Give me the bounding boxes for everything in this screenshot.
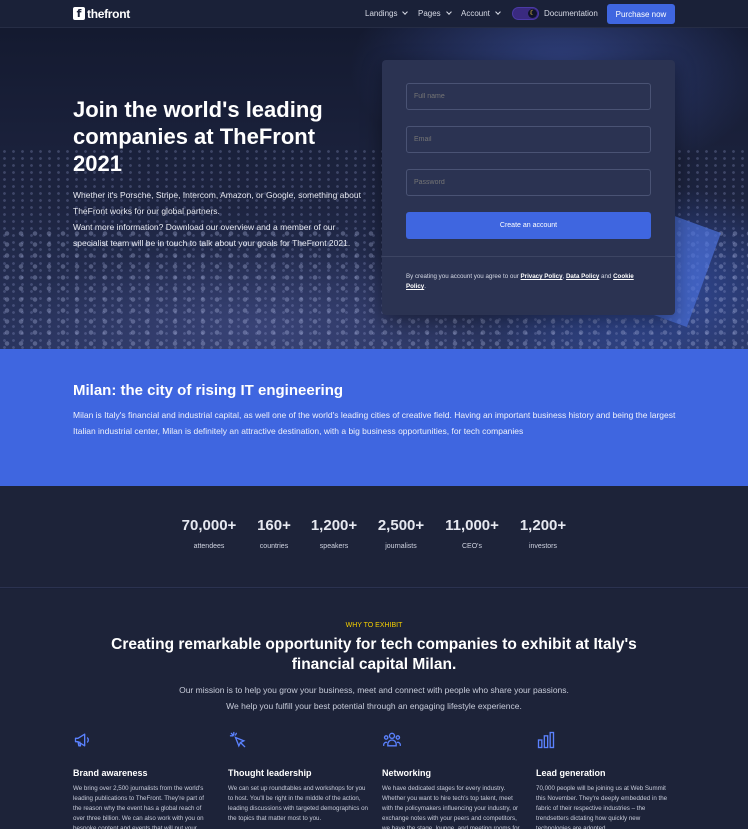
stat-item: 11,000+ CEO's	[437, 517, 507, 550]
cursor-click-icon	[229, 731, 246, 748]
top-navbar: f thefront Landings Pages Account ☾ Docu…	[0, 0, 748, 28]
milan-description: Milan is Italy's financial and industria…	[73, 410, 676, 436]
megaphone-icon	[74, 733, 89, 747]
brand-name: thefront	[87, 6, 130, 21]
stat-label: attendees	[193, 543, 225, 550]
stat-label: speakers	[319, 543, 349, 550]
feature-title: Thought leadership	[228, 768, 312, 778]
stat-value: 11,000+	[445, 517, 499, 534]
feature-networking: Networking We have dedicated stages for …	[382, 730, 522, 829]
stats-section: 70,000+ attendees 160+ countries 1,200+ …	[0, 486, 748, 588]
milan-title: Milan: the city of rising IT engineering	[73, 382, 344, 399]
feature-lead-generation: Lead generation 70,000 people will be jo…	[536, 730, 676, 829]
nav-landings-label: Landings	[365, 9, 398, 18]
feature-brand-awareness: Brand awareness We bring over 2,500 jour…	[73, 730, 213, 829]
hero-title: Join the world's leading companies at Th…	[73, 97, 323, 176]
signup-form-card: Create an account By creating you accoun…	[382, 60, 675, 315]
stat-label: CEO's	[461, 543, 482, 550]
feature-title: Lead generation	[536, 768, 606, 778]
terms-text: By creating you account you agree to our…	[406, 272, 654, 292]
stat-label: journalists	[385, 543, 417, 550]
exhibit-description-line-2: We help you fulfill your best potential …	[226, 701, 522, 711]
nav-pages-label: Pages	[418, 9, 441, 18]
exhibit-title: Creating remarkable opportunity for tech…	[111, 636, 637, 673]
exhibit-description-line-1: Our mission is to help you grow your bus…	[179, 685, 569, 695]
terms-and: and	[599, 273, 614, 280]
feature-text: We can set up roundtables and workshops …	[228, 785, 368, 822]
section-kicker: WHY TO EXHIBIT	[345, 622, 403, 629]
stat-item: 160+ countries	[249, 517, 299, 550]
feature-title: Networking	[382, 768, 432, 778]
theme-toggle[interactable]: ☾	[512, 7, 539, 20]
feature-text: 70,000 people will be joining us at Web …	[536, 785, 668, 829]
feature-thought-leadership: Thought leadership We can set up roundta…	[228, 730, 368, 829]
stat-value: 1,200+	[310, 517, 358, 534]
chevron-down-icon	[402, 9, 409, 15]
terms-period: .	[424, 283, 426, 290]
stat-item: 2,500+ journalists	[369, 517, 433, 550]
nav-documentation[interactable]: Documentation	[544, 9, 598, 18]
nav-account[interactable]: Account	[461, 9, 501, 18]
moon-icon: ☾	[528, 9, 537, 18]
milan-section: Milan: the city of rising IT engineering…	[0, 349, 748, 486]
hero-section: Join the world's leading companies at Th…	[0, 28, 748, 349]
create-account-button[interactable]: Create an account	[406, 212, 651, 239]
nav-account-label: Account	[461, 9, 490, 18]
feature-text: We bring over 2,500 journalists from the…	[73, 785, 204, 829]
stat-item: 70,000+ attendees	[174, 517, 244, 550]
data-policy-link[interactable]: Data Policy	[566, 273, 599, 280]
stat-value: 2,500+	[377, 517, 425, 534]
feature-title: Brand awareness	[73, 768, 148, 778]
stat-value: 70,000+	[181, 517, 237, 534]
exhibit-description: Our mission is to help you grow your bus…	[100, 682, 648, 714]
stat-value: 160+	[257, 517, 291, 534]
nav-landings[interactable]: Landings	[365, 9, 409, 18]
chevron-down-icon	[445, 9, 452, 15]
hero-description-line-2: Want more information? Download our over…	[73, 222, 351, 248]
bar-chart-icon	[537, 731, 555, 749]
hero-description-line-1: Whether it's Porsche, Stripe, Intercom, …	[73, 190, 361, 216]
people-group-icon	[383, 732, 401, 747]
form-divider	[382, 256, 675, 257]
stat-item: 1,200+ investors	[513, 517, 573, 550]
stat-item: 1,200+ speakers	[304, 517, 364, 550]
chevron-down-icon	[495, 9, 501, 15]
why-exhibit-section: WHY TO EXHIBIT Creating remarkable oppor…	[0, 589, 748, 829]
password-input[interactable]	[406, 169, 651, 196]
brand-logo[interactable]: f thefront	[73, 6, 130, 21]
privacy-policy-link[interactable]: Privacy Policy	[521, 273, 563, 280]
stat-label: countries	[259, 543, 289, 550]
purchase-now-button[interactable]: Purchase now	[607, 4, 675, 24]
email-input[interactable]	[406, 126, 651, 153]
logo-mark-icon: f	[73, 7, 85, 20]
full-name-input[interactable]	[406, 83, 651, 110]
hero-description: Whether it's Porsche, Stripe, Intercom, …	[73, 187, 368, 251]
stat-value: 1,200+	[519, 517, 567, 534]
nav-pages[interactable]: Pages	[418, 9, 452, 18]
feature-text: We have dedicated stages for every indus…	[382, 785, 520, 829]
stat-label: investors	[528, 543, 557, 550]
terms-prefix: By creating you account you agree to our	[406, 273, 521, 280]
